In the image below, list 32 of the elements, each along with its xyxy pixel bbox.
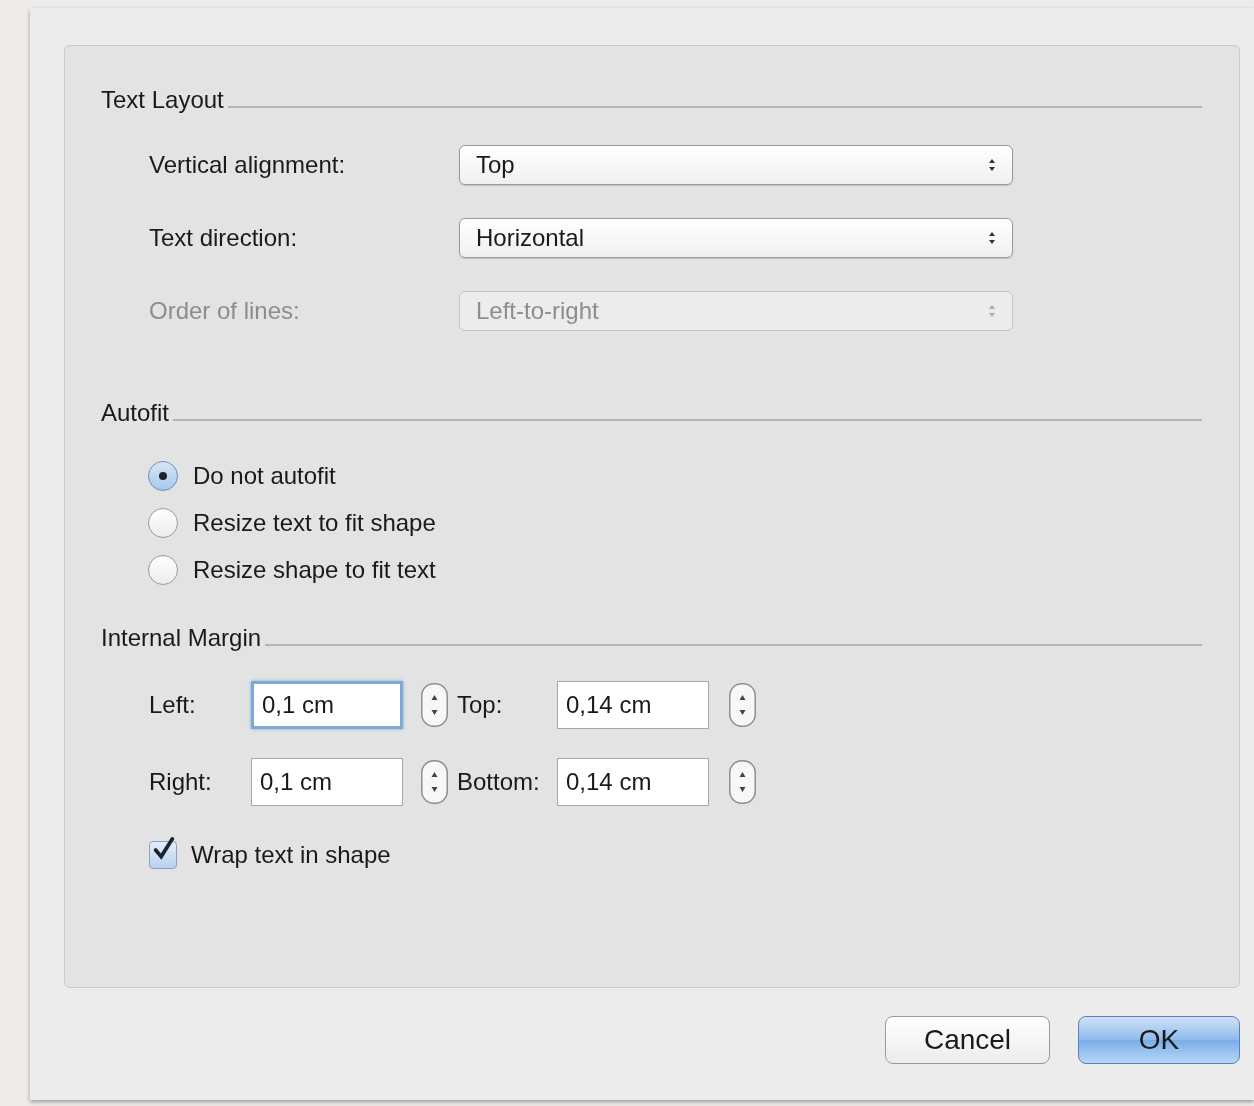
field-label: Text direction: [149, 224, 299, 252]
up-down-arrows-icon [988, 231, 996, 245]
up-down-arrows-icon [988, 158, 996, 172]
dialog-button[interactable]: OK [1078, 1016, 1240, 1064]
stepper-icon[interactable] [421, 760, 448, 804]
field-label: Top: [457, 691, 504, 719]
radio-button[interactable] [148, 460, 178, 491]
field-label: Order of lines: [149, 297, 301, 325]
radio-label: Resize text to fit shape [193, 508, 436, 537]
margin-field[interactable]: 0,14 cm [557, 681, 709, 729]
dialog-button[interactable]: Cancel [885, 1016, 1050, 1064]
stepper-icon[interactable] [729, 683, 756, 727]
field-label: Vertical alignment: [149, 151, 347, 179]
margin-field[interactable]: 0,1 cm [251, 681, 403, 729]
radio-label: Resize shape to fit text [193, 555, 436, 584]
stepper-icon[interactable] [729, 760, 756, 804]
field-label: Right: [149, 768, 213, 796]
field-label: Bottom: [457, 768, 541, 796]
field-label: Left: [149, 691, 197, 719]
up-down-arrows-icon [988, 304, 996, 318]
margin-field[interactable]: 0,1 cm [251, 758, 403, 806]
stepper-icon[interactable] [421, 683, 448, 727]
dropdown[interactable]: Top [459, 145, 1013, 185]
section-title: Text Layout [101, 86, 225, 114]
dropdown[interactable]: Horizontal [459, 218, 1013, 258]
radio-button[interactable] [148, 507, 178, 538]
checkbox-label: Wrap text in shape [191, 841, 391, 869]
margin-field[interactable]: 0,14 cm [557, 758, 709, 806]
section-title: Autofit [101, 399, 171, 427]
section-title: Internal Margin [101, 624, 263, 652]
radio-label: Do not autofit [193, 461, 336, 490]
radio-button[interactable] [148, 554, 178, 585]
